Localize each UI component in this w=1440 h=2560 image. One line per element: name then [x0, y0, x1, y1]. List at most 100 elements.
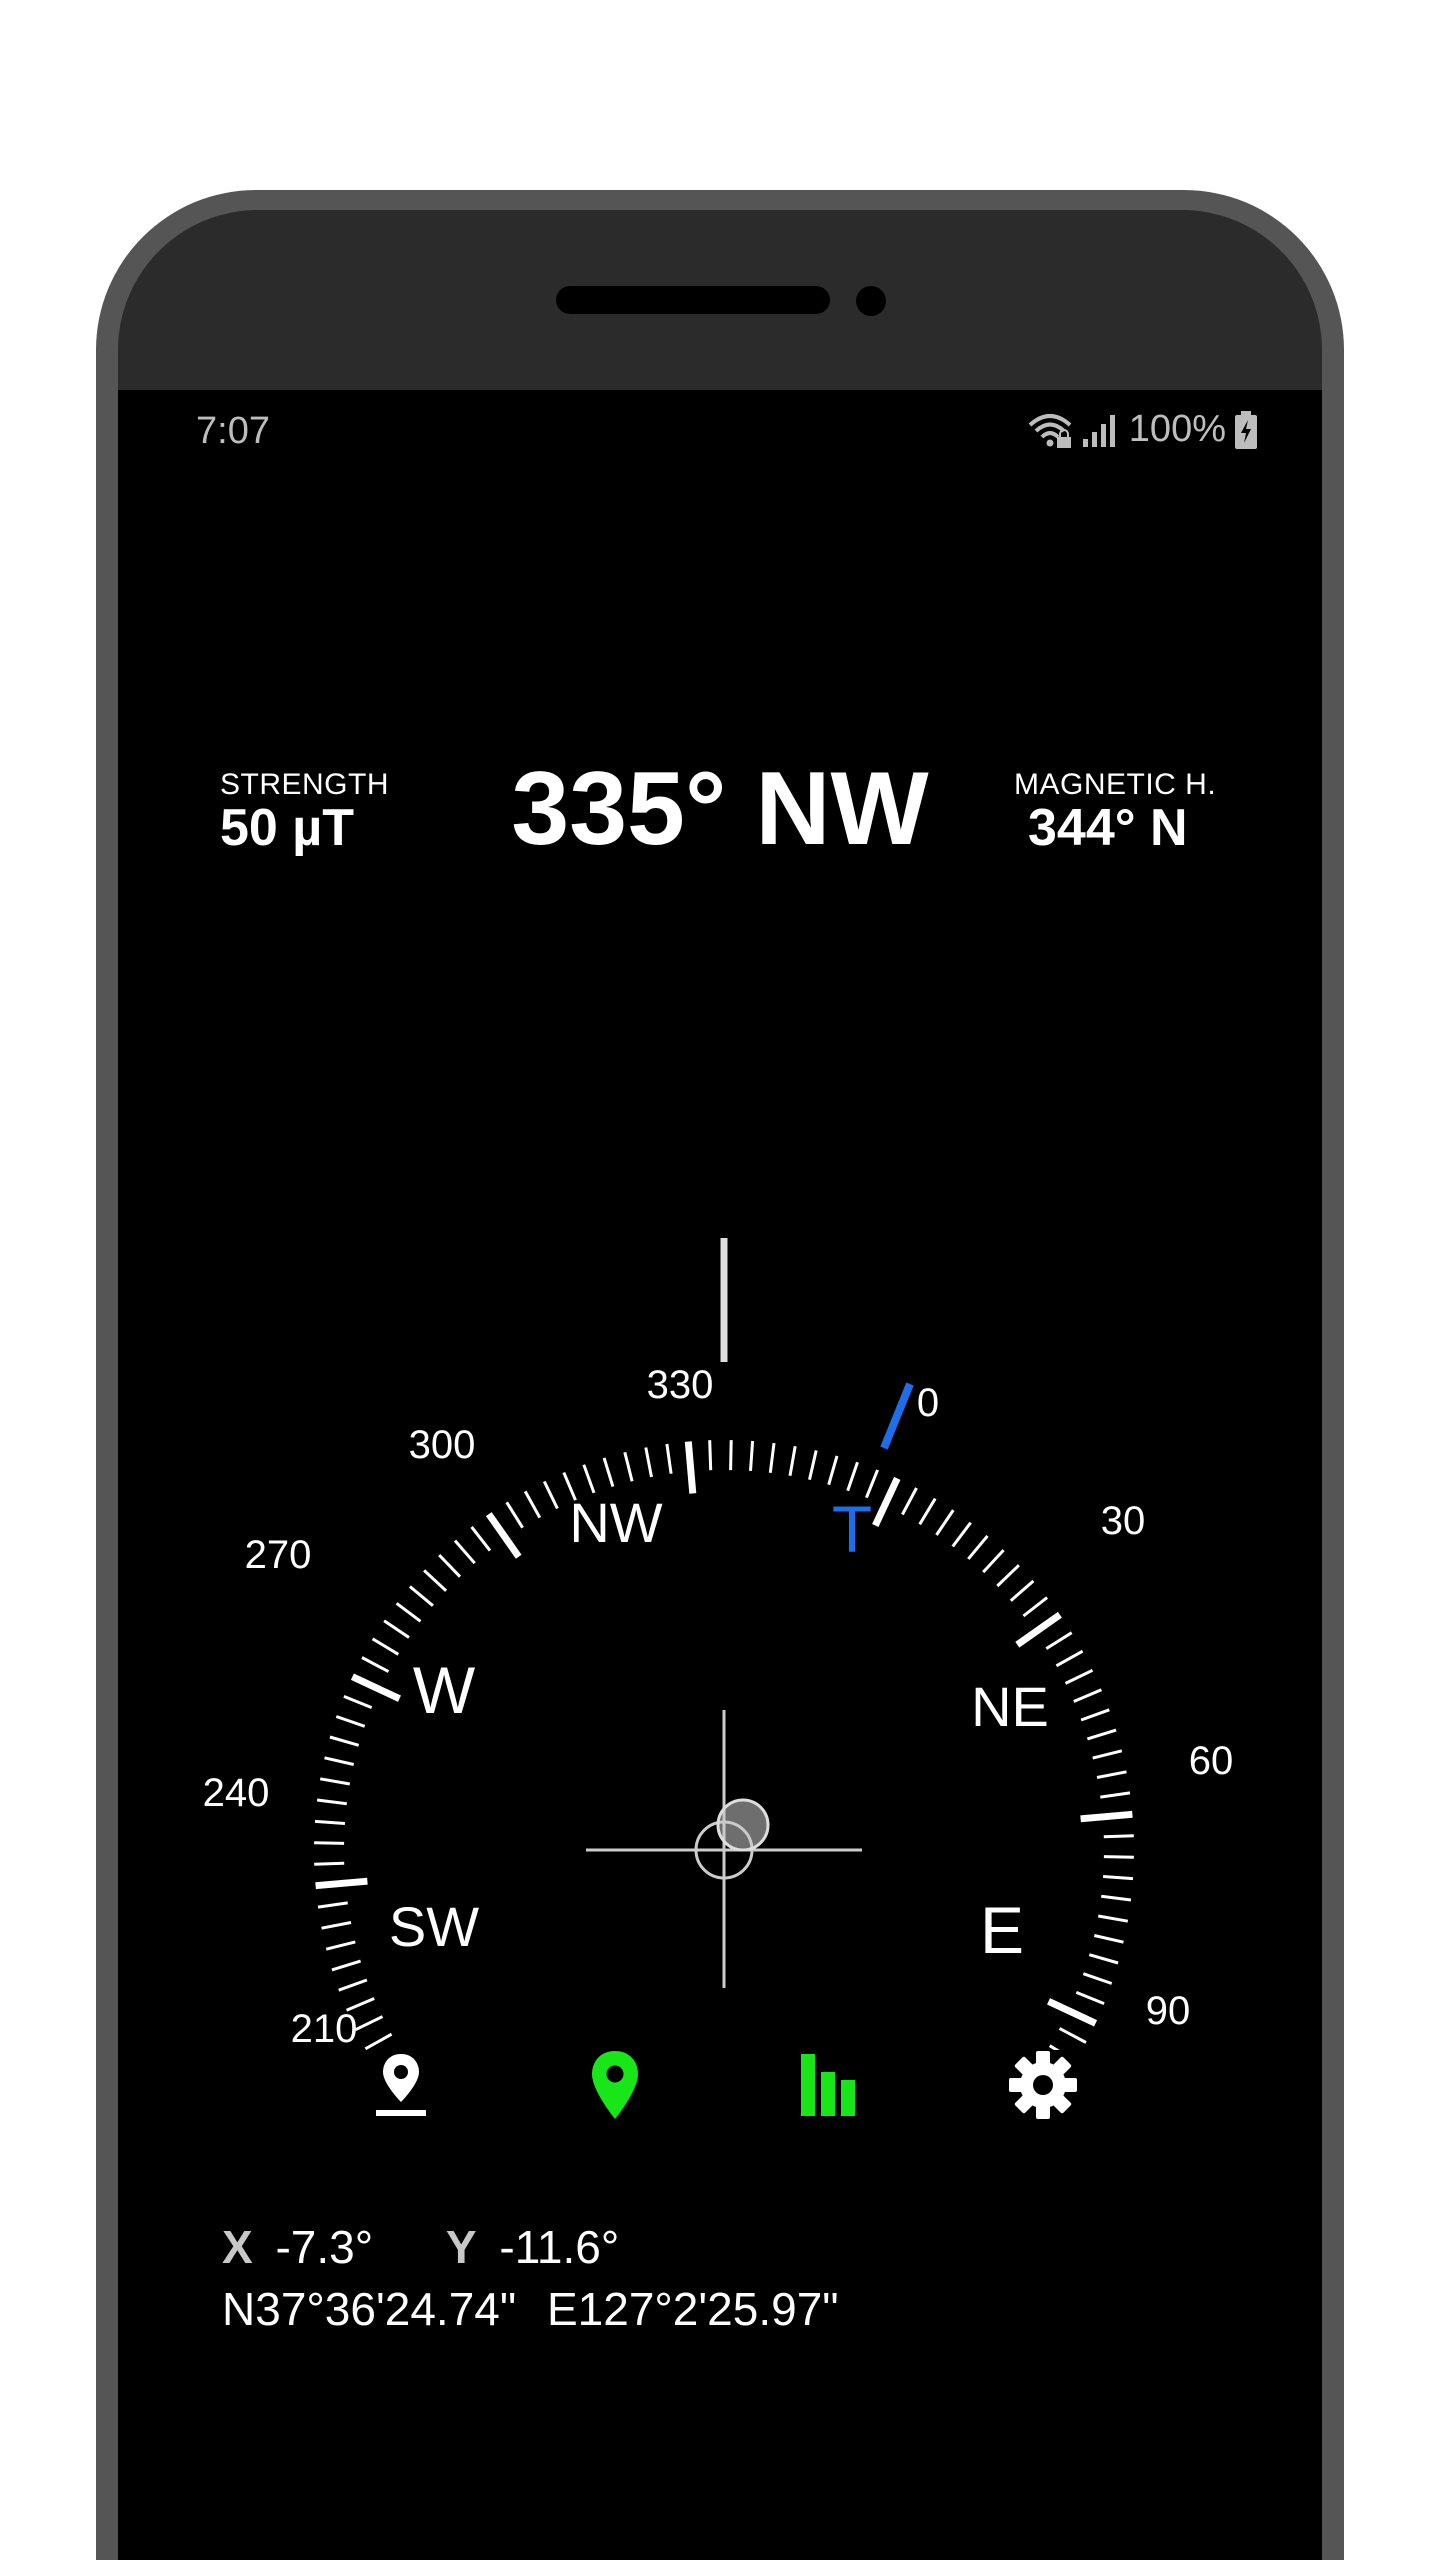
magnetic-label: MAGNETIC H.: [1014, 768, 1217, 801]
app-screen: 7:07 100% STRENGTH 50 µT 335° NW MAGNETI…: [118, 390, 1322, 2560]
gps-readout: N37°36'24.74" E127°2'25.97": [222, 2282, 839, 2336]
battery-percent: 100%: [1128, 408, 1226, 450]
compass-tick: [331, 1959, 362, 1972]
longitude-value: 127°2'25.97": [577, 2283, 839, 2335]
compass-tick: [918, 1497, 937, 1526]
compass-tick: [316, 1798, 347, 1806]
compass-tick: [644, 1447, 653, 1478]
compass-tick: [951, 1521, 972, 1548]
location-pin-filled-icon: [592, 2051, 638, 2119]
compass-tick: [1086, 1728, 1117, 1741]
compass-tick: [1093, 1934, 1124, 1944]
degree-label-300: 300: [409, 1423, 476, 1467]
compass-tick: [485, 1512, 522, 1559]
status-time: 7:07: [196, 410, 270, 452]
compass-tick: [470, 1525, 492, 1552]
compass-tick: [1075, 1991, 1105, 2005]
level-bubble: [716, 1798, 770, 1852]
gear-icon: [1009, 2051, 1077, 2119]
compass-tick: [788, 1445, 797, 1477]
cardinal-nw: NW: [569, 1491, 662, 1554]
cardinal-w: W: [413, 1653, 476, 1727]
x-axis-label: X: [222, 2221, 253, 2273]
compass-tick: [1080, 1708, 1110, 1722]
degree-label-240: 240: [203, 1771, 270, 1815]
compass-tick: [808, 1450, 818, 1481]
compass-tick: [325, 1940, 356, 1951]
compass-tick: [967, 1534, 989, 1560]
settings-button[interactable]: [998, 2040, 1088, 2130]
compass-tick: [982, 1549, 1005, 1574]
compass-tick: [872, 1476, 901, 1527]
compass-tick: [1055, 1649, 1084, 1668]
compass-tick: [350, 1673, 401, 1702]
phone-speaker: [556, 286, 830, 314]
compass-tick: [1088, 1953, 1119, 1965]
compass-tick: [542, 1480, 559, 1510]
compass-tick: [1082, 1972, 1113, 1985]
degree-label-60: 60: [1189, 1739, 1234, 1783]
compass-tick: [665, 1443, 673, 1474]
compass-tick: [602, 1457, 615, 1488]
bar-chart-button[interactable]: [784, 2040, 874, 2130]
y-tilt-value: -11.6°: [499, 2221, 620, 2273]
location-pin-outline-button[interactable]: [356, 2040, 446, 2130]
location-pin-outline-icon: [376, 2054, 426, 2116]
compass-tick: [321, 1921, 352, 1930]
compass-tick: [343, 1695, 373, 1709]
degree-label-30: 30: [1101, 1499, 1146, 1543]
compass-tick: [315, 1877, 368, 1890]
compass-tick: [395, 1602, 422, 1623]
compass-tick: [582, 1464, 596, 1494]
degree-label-330: 330: [647, 1363, 714, 1407]
compass-tick: [1073, 1688, 1102, 1703]
compass-tick: [319, 1777, 351, 1786]
compass-tick: [383, 1619, 410, 1639]
magnetic-value: 344° N: [1028, 799, 1188, 857]
compass-tick: [1103, 1834, 1134, 1839]
compass-tick: [1015, 1611, 1062, 1648]
compass-tick: [423, 1569, 448, 1592]
true-north-label: T: [832, 1492, 872, 1566]
compass-tick: [846, 1461, 859, 1492]
compass-tick: [935, 1509, 955, 1536]
cardinal-sw: SW: [389, 1895, 479, 1958]
compass-tick: [1080, 1810, 1133, 1823]
compass-tick: [438, 1554, 462, 1578]
wifi-icon: [1028, 413, 1072, 448]
degree-label-270: 270: [245, 1533, 312, 1577]
cardinal-ne: NE: [971, 1675, 1049, 1738]
compass-tick: [314, 1819, 346, 1825]
compass-tick: [505, 1501, 524, 1529]
compass-tick: [827, 1455, 839, 1486]
x-tilt-value: -7.3°: [275, 2221, 374, 2273]
compass-tick: [1047, 1998, 1098, 2027]
compass-tick: [1097, 1914, 1129, 1923]
compass-tick: [749, 1440, 755, 1472]
compass-tick: [1100, 1791, 1131, 1799]
compass-dial[interactable]: 0 30 60 90 120 150 180 210 240 270 300 3…: [118, 930, 1322, 2050]
battery-charging-icon: [1235, 410, 1257, 449]
compass-tick: [729, 1440, 733, 1471]
cardinal-e: E: [980, 1893, 1024, 1967]
compass-tick: [1022, 1596, 1049, 1618]
compass-tick: [335, 1715, 366, 1728]
compass-tick: [371, 1637, 400, 1656]
compass-tick: [324, 1756, 355, 1766]
latitude-value: 37°36'24.74": [255, 2283, 517, 2335]
location-pin-filled-button[interactable]: [570, 2040, 660, 2130]
compass-tick: [1064, 1668, 1094, 1685]
compass-tick: [329, 1735, 360, 1747]
compass-tick: [338, 1978, 368, 1992]
signal-icon: [1082, 414, 1115, 447]
compass-tick: [768, 1442, 776, 1473]
true-north-tick: [880, 1382, 914, 1450]
compass-tick: [354, 2015, 384, 2032]
compass-tick: [1092, 1749, 1123, 1760]
compass-tick: [623, 1451, 634, 1482]
longitude-prefix: E: [546, 2283, 578, 2335]
compass-tick: [453, 1539, 476, 1565]
bar-chart-icon: [801, 2054, 855, 2116]
compass-tick: [684, 1441, 697, 1494]
compass-tick: [408, 1585, 434, 1607]
